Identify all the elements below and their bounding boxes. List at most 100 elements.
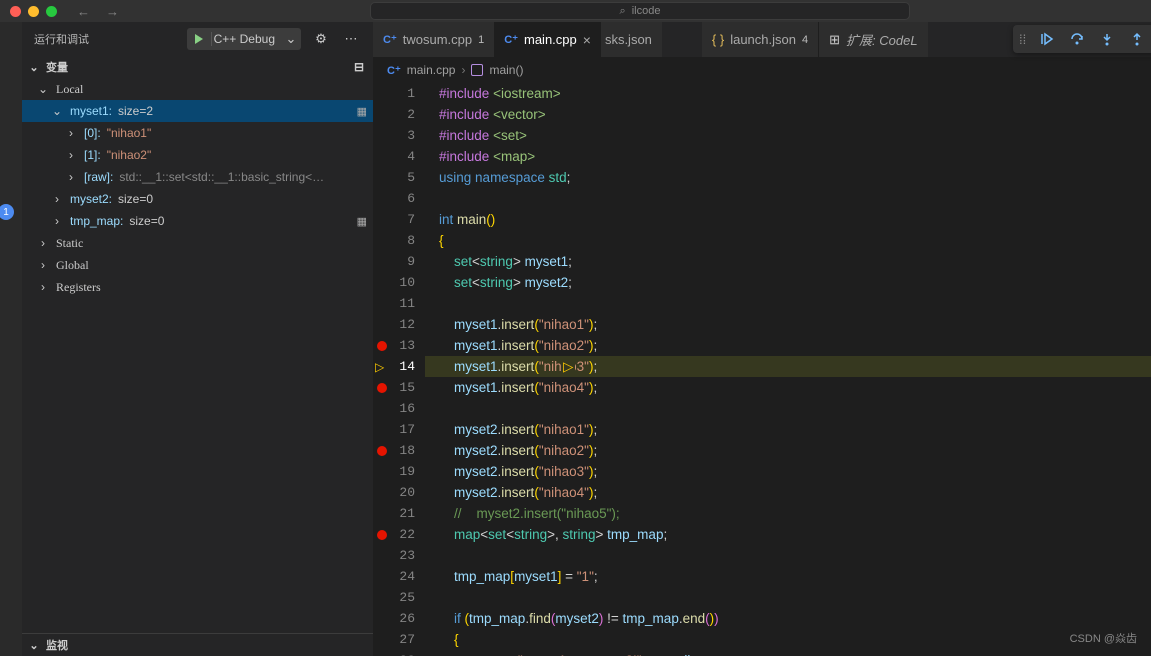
code-line[interactable]: myset1.insert("nihao1"); xyxy=(425,314,1151,335)
gutter-line[interactable]: 2 xyxy=(373,104,425,125)
code-line[interactable]: #include <map> xyxy=(425,146,1151,167)
code-line[interactable]: myset1.insert("nihao4"); xyxy=(425,377,1151,398)
gutter-line[interactable]: 6 xyxy=(373,188,425,209)
code-line[interactable]: tmp_map[myset1] = "1"; xyxy=(425,566,1151,587)
breakpoint-icon[interactable] xyxy=(377,446,387,456)
breadcrumb-file[interactable]: main.cpp xyxy=(407,63,456,77)
minimize-window-button[interactable] xyxy=(28,6,39,17)
code-line[interactable]: { xyxy=(425,629,1151,650)
breadcrumb[interactable]: C⁺ main.cpp › main() xyxy=(373,57,1151,83)
tab-twosum[interactable]: C⁺ twosum.cpp 1 xyxy=(373,22,494,57)
gutter-line[interactable]: 15 xyxy=(373,377,425,398)
search-input[interactable]: ⌕ ilcode xyxy=(370,2,910,20)
tab-tasks[interactable]: sks.json xyxy=(601,22,662,57)
gutter-line[interactable]: 19 xyxy=(373,461,425,482)
variable-myset1-0[interactable]: › [0]: "nihao1" xyxy=(22,122,373,144)
debug-toolbar[interactable]: ⁞⁞ | ⌄ xyxy=(1013,25,1151,53)
code-line[interactable]: map<set<string>, string> tmp_map; xyxy=(425,524,1151,545)
gutter-line[interactable]: 21 xyxy=(373,503,425,524)
variables-section-header[interactable]: ⌄ 变量 ⊟ xyxy=(22,56,373,78)
code-line[interactable]: myset1.insert("nihao2"); xyxy=(425,335,1151,356)
gutter-line[interactable]: 12 xyxy=(373,314,425,335)
code-line[interactable]: cout << "myset1 == myset2!" << endl: xyxy=(425,650,1151,656)
gutter-line[interactable]: 1 xyxy=(373,83,425,104)
code-line[interactable] xyxy=(425,545,1151,566)
code-editor[interactable]: 12345678910111213▷1415161718192021222324… xyxy=(373,83,1151,656)
step-over-button[interactable] xyxy=(1068,30,1086,48)
gutter-line[interactable]: 18 xyxy=(373,440,425,461)
breakpoint-icon[interactable] xyxy=(377,341,387,351)
code-line[interactable]: { xyxy=(425,230,1151,251)
gutter-line[interactable]: 11 xyxy=(373,293,425,314)
gutter-line[interactable]: 24 xyxy=(373,566,425,587)
code-line[interactable]: #include <vector> xyxy=(425,104,1151,125)
more-icon[interactable]: ⋯ xyxy=(341,31,361,47)
variable-myset1-raw[interactable]: › [raw]: std::__1::set<std::__1::basic_s… xyxy=(22,166,373,188)
gutter-line[interactable]: 20 xyxy=(373,482,425,503)
gear-icon[interactable]: ⚙ xyxy=(311,31,331,47)
variable-myset2[interactable]: › myset2: size=0 xyxy=(22,188,373,210)
nav-forward-icon[interactable]: → xyxy=(106,4,119,19)
tab-main[interactable]: C⁺ main.cpp × xyxy=(494,22,601,57)
code-line[interactable] xyxy=(425,398,1151,419)
scope-static[interactable]: › Static xyxy=(22,232,373,254)
close-window-button[interactable] xyxy=(10,6,21,17)
scope-registers[interactable]: › Registers xyxy=(22,276,373,298)
code-line[interactable] xyxy=(425,587,1151,608)
watch-section-header[interactable]: ⌄ 监视 xyxy=(22,634,373,656)
gutter-line[interactable]: 7 xyxy=(373,209,425,230)
maximize-window-button[interactable] xyxy=(46,6,57,17)
drag-handle-icon[interactable]: ⁞⁞ xyxy=(1019,32,1026,47)
view-hex-icon[interactable]: ▦ xyxy=(357,105,367,118)
gutter-line[interactable]: 8 xyxy=(373,230,425,251)
scope-global[interactable]: › Global xyxy=(22,254,373,276)
code-line[interactable]: myset1.insert(▷"nihao3"); xyxy=(425,356,1151,377)
code-line[interactable]: // myset2.insert("nihao5"); xyxy=(425,503,1151,524)
chevron-down-icon[interactable]: ⌄ xyxy=(281,31,301,47)
step-into-button[interactable] xyxy=(1098,30,1116,48)
code-line[interactable]: set<string> myset2; xyxy=(425,272,1151,293)
tab-extension[interactable]: ⊞ 扩展: CodeL xyxy=(818,22,927,57)
gutter-line[interactable]: 5 xyxy=(373,167,425,188)
code-line[interactable]: #include <set> xyxy=(425,125,1151,146)
line-gutter[interactable]: 12345678910111213▷1415161718192021222324… xyxy=(373,83,425,656)
code-line[interactable]: set<string> myset1; xyxy=(425,251,1151,272)
code-line[interactable]: myset2.insert("nihao1"); xyxy=(425,419,1151,440)
breakpoint-icon[interactable] xyxy=(377,383,387,393)
gutter-line[interactable]: 23 xyxy=(373,545,425,566)
view-hex-icon[interactable]: ▦ xyxy=(357,215,367,228)
code-line[interactable]: myset2.insert("nihao3"); xyxy=(425,461,1151,482)
tab-launch[interactable]: { } launch.json 4 xyxy=(702,22,818,57)
gutter-line[interactable]: 27 xyxy=(373,629,425,650)
variable-tmpmap[interactable]: › tmp_map: size=0 ▦ xyxy=(22,210,373,232)
code-line[interactable]: myset2.insert("nihao4"); xyxy=(425,482,1151,503)
close-tab-icon[interactable]: × xyxy=(583,32,591,48)
scope-local[interactable]: ⌄ Local xyxy=(22,78,373,100)
gutter-line[interactable]: 22 xyxy=(373,524,425,545)
step-out-button[interactable] xyxy=(1128,30,1146,48)
gutter-line[interactable]: 13 xyxy=(373,335,425,356)
continue-button[interactable] xyxy=(1038,30,1056,48)
start-debug-button[interactable] xyxy=(187,33,211,45)
gutter-line[interactable]: 10 xyxy=(373,272,425,293)
gutter-line[interactable]: 17 xyxy=(373,419,425,440)
gutter-line[interactable]: 9 xyxy=(373,251,425,272)
variable-myset1[interactable]: ⌄ myset1: size=2 ▦ xyxy=(22,100,373,122)
breakpoint-icon[interactable] xyxy=(377,530,387,540)
gutter-line[interactable]: 3 xyxy=(373,125,425,146)
code-line[interactable]: using namespace std; xyxy=(425,167,1151,188)
breadcrumb-symbol[interactable]: main() xyxy=(489,63,523,77)
debug-config-selector[interactable]: C++ Debug ⌄ xyxy=(187,28,301,50)
gutter-line[interactable]: 4 xyxy=(373,146,425,167)
code-body[interactable]: #include <iostream>#include <vector>#inc… xyxy=(425,83,1151,656)
code-line[interactable]: #include <iostream> xyxy=(425,83,1151,104)
code-line[interactable]: myset2.insert("nihao2"); xyxy=(425,440,1151,461)
code-line[interactable] xyxy=(425,188,1151,209)
variable-myset1-1[interactable]: › [1]: "nihao2" xyxy=(22,144,373,166)
gutter-line[interactable]: 26 xyxy=(373,608,425,629)
code-line[interactable] xyxy=(425,293,1151,314)
gutter-line[interactable]: 16 xyxy=(373,398,425,419)
gutter-line[interactable]: ▷14 xyxy=(373,356,425,377)
collapse-all-icon[interactable]: ⊟ xyxy=(349,60,369,74)
gutter-line[interactable]: 25 xyxy=(373,587,425,608)
